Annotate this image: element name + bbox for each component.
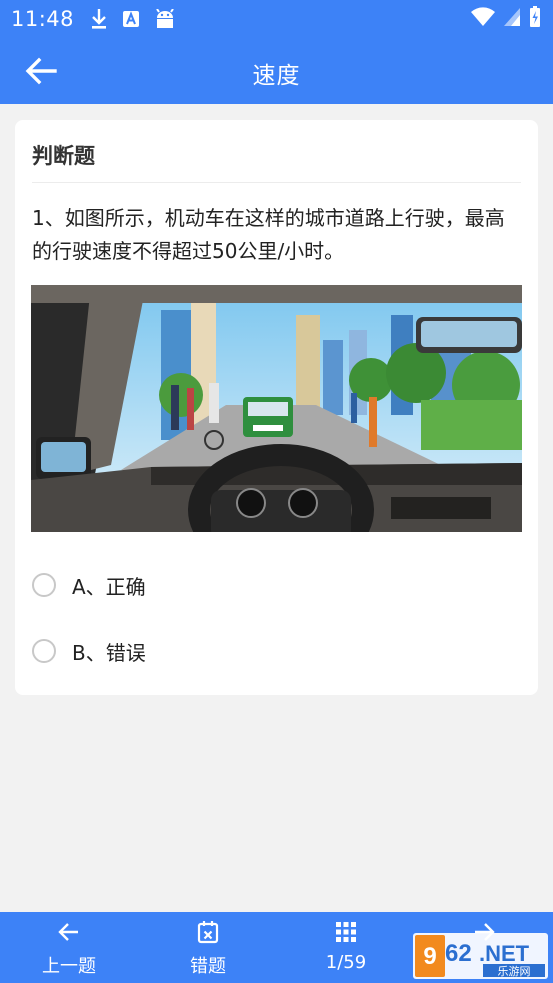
grid-icon [336,922,356,942]
android-icon [156,9,174,28]
arrow-left-icon [58,923,78,941]
option-b[interactable]: B、错误 [32,633,146,669]
svg-text:.NET: .NET [479,941,530,966]
status-notification-icons [90,8,176,30]
status-time: 11:48 [11,7,75,31]
wrong-questions-label: 错题 [190,956,226,977]
app-bar: 速度 [0,38,553,104]
divider [32,182,521,183]
option-a-label: A、正确 [72,574,146,599]
wifi-icon [471,7,495,27]
prev-question-button[interactable]: 上一题 [19,912,119,983]
question-type: 判断题 [32,144,95,168]
radio-button[interactable] [32,573,56,597]
prev-question-label: 上一题 [42,956,96,977]
status-system-icons [471,6,541,28]
battery-icon [530,6,540,27]
svg-text:乐游网: 乐游网 [498,965,531,978]
svg-text:62: 62 [445,940,472,967]
question-grid-button[interactable]: 1/59 [296,912,396,983]
question-progress: 1/59 [325,952,367,973]
question-text: 1、如图所示，机动车在这样的城市道路上行驶，最高的行驶速度不得超过50公里/小时… [32,206,505,263]
page-title: 速度 [252,63,301,89]
svg-text:9: 9 [423,943,436,970]
option-a[interactable]: A、正确 [32,567,146,603]
download-icon [92,9,107,29]
watermark-logo: 9 62 .NET 乐游网 [413,933,548,979]
option-b-label: B、错误 [72,640,146,665]
calendar-x-icon [197,921,219,944]
question-illustration [31,285,522,532]
cell-signal-icon [504,8,520,26]
radio-button[interactable] [32,639,56,663]
a-app-icon [123,11,140,27]
status-bar: 11:48 [0,0,553,38]
wrong-questions-button[interactable]: 错题 [158,912,258,983]
question-card: 判断题 1、如图所示，机动车在这样的城市道路上行驶，最高的行驶速度不得超过50公… [15,120,538,695]
